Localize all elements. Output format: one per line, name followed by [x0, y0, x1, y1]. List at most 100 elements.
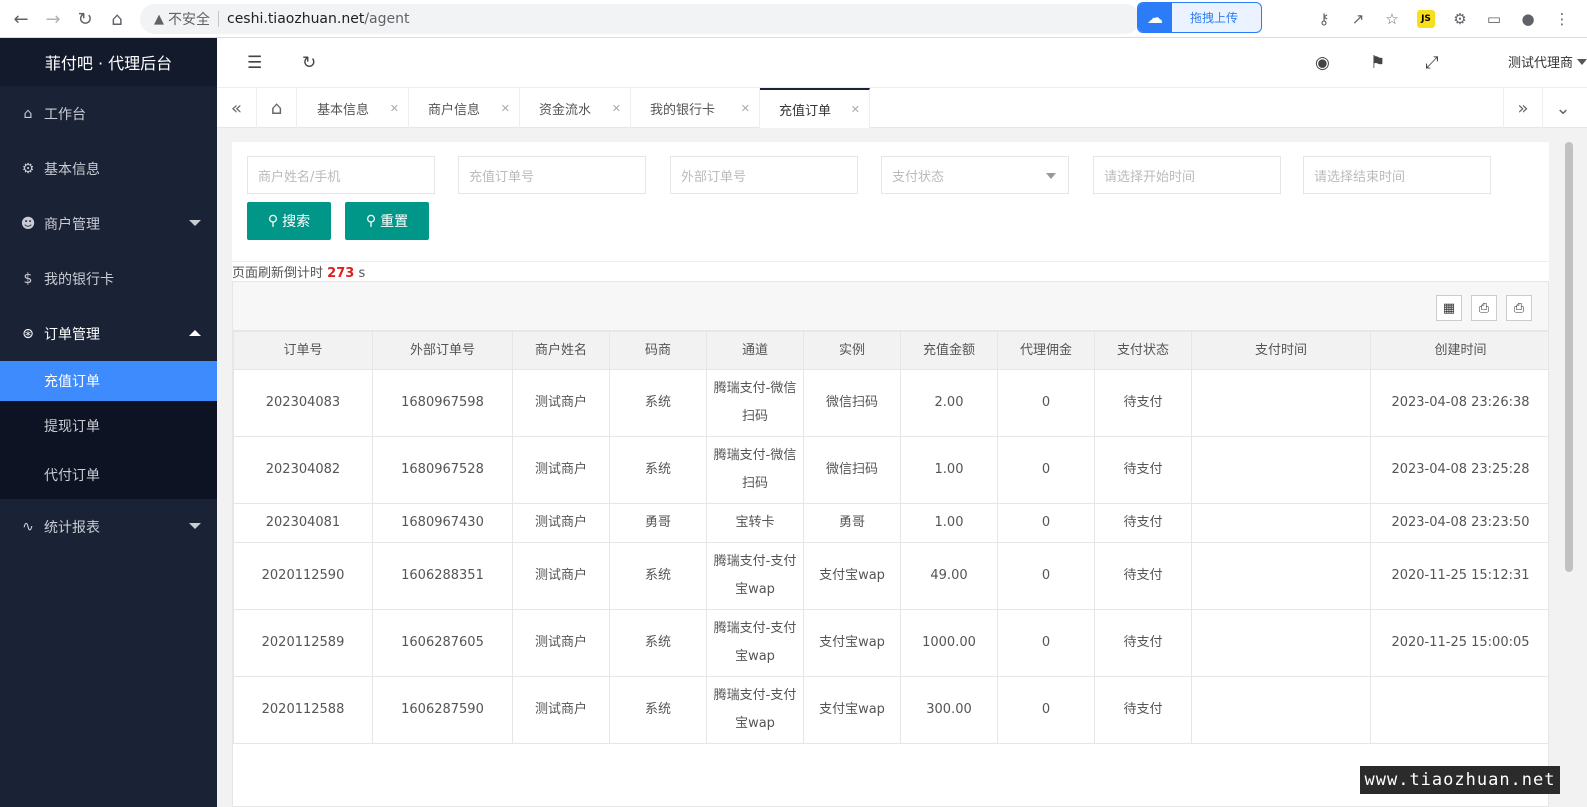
search-button[interactable]: ⚲ 搜索 [247, 202, 331, 240]
refresh-countdown: 页面刷新倒计时 273 s [232, 266, 366, 281]
sidebar-item-basic-info[interactable]: ⚙ 基本信息 [0, 141, 217, 196]
column-header[interactable]: 代理佣金 [997, 331, 1095, 370]
sidebar-item-dashboard[interactable]: ⌂ 工作台 [0, 86, 217, 141]
home-icon[interactable]: ⌂ [102, 4, 132, 34]
table-row[interactable]: 2020112589 1606287605 测试商户 系统 腾瑞支付-支付宝wap 支付宝… [233, 609, 1548, 677]
sidebar-item-order-management[interactable]: ⊛ 订单管理 [0, 306, 217, 361]
table-cell: 1680967528 [372, 436, 513, 504]
star-icon[interactable]: ☆ [1381, 8, 1403, 30]
user-menu[interactable]: 测试代理商 [1508, 52, 1587, 71]
tab-fund-flow[interactable]: 资金流水 ✕ [520, 88, 631, 128]
orders-table: 订单号 外部订单号 商户姓名 码商 通道 实例 充值金额 代理佣金 支付状态 支付时间 创建时间 2… [233, 331, 1548, 744]
merchant-search-input[interactable]: 商户姓名/手机 [247, 156, 435, 194]
palette-icon[interactable]: ◉ [1315, 53, 1330, 73]
print-icon[interactable]: ⎙ [1506, 295, 1532, 321]
tab-merchant-info[interactable]: 商户信息 ✕ [409, 88, 520, 128]
sidebar-item-merchant-management[interactable]: ☻ 商户管理 [0, 196, 217, 251]
start-time-input[interactable]: 请选择开始时间 [1093, 156, 1281, 194]
gear-icon: ⚙ [21, 160, 35, 177]
end-time-input[interactable]: 请选择结束时间 [1303, 156, 1491, 194]
puzzle-icon[interactable]: ⚙ [1449, 8, 1471, 30]
table-cell: 1680967598 [372, 369, 513, 437]
refresh-icon[interactable]: ↻ [302, 53, 316, 73]
table-cell [1370, 676, 1548, 744]
payment-status-select[interactable]: 支付状态 [881, 156, 1069, 194]
table-cell: 1.00 [900, 503, 998, 543]
sidepanel-icon[interactable]: ▭ [1483, 8, 1505, 30]
close-icon[interactable]: ✕ [612, 102, 621, 115]
column-header[interactable]: 支付状态 [1094, 331, 1192, 370]
column-header[interactable]: 订单号 [233, 331, 373, 370]
url-text: ceshi.tiaozhuan.net/agent [227, 11, 410, 27]
external-order-input[interactable]: 外部订单号 [670, 156, 858, 194]
tab-bar: « ⌂ 基本信息 ✕ 商户信息 ✕ 资金流水 ✕ 我的银行卡 ✕ 充值订单 ✕ » ⌄ [217, 88, 1587, 128]
js-extension-icon[interactable]: JS [1415, 8, 1437, 30]
table-cell: 202304081 [233, 503, 373, 543]
close-icon[interactable]: ✕ [501, 102, 510, 115]
fullscreen-icon[interactable]: ⤢ [1425, 53, 1439, 73]
reload-icon[interactable]: ↻ [70, 4, 100, 34]
table-row[interactable]: 2020112588 1606287590 测试商户 系统 腾瑞支付-支付宝wap 支付宝… [233, 676, 1548, 744]
tab-home-icon[interactable]: ⌂ [257, 88, 297, 128]
user-name: 测试代理商 [1507, 56, 1573, 71]
cloud-icon: ☁ [1138, 3, 1172, 32]
tab-recharge-orders[interactable]: 充值订单 ✕ [760, 88, 870, 128]
column-header[interactable]: 码商 [609, 331, 707, 370]
menu-toggle-icon[interactable]: ☰ [247, 53, 262, 73]
reset-button[interactable]: ⚲ 重置 [345, 202, 429, 240]
dollar-icon: $ [23, 270, 33, 287]
page-scrollbar[interactable] [1565, 142, 1573, 572]
address-bar[interactable]: ▲ 不安全 ceshi.tiaozhuan.net/agent [140, 4, 1140, 34]
close-icon[interactable]: ✕ [741, 102, 750, 115]
tag-icon[interactable]: ⚑ [1370, 53, 1385, 73]
tab-scroll-right-icon[interactable]: » [1503, 88, 1543, 128]
sidebar-subitem-recharge-orders[interactable]: 充值订单 [0, 361, 217, 401]
share-icon[interactable]: ↗ [1347, 8, 1369, 30]
table-cell: 300.00 [900, 676, 998, 744]
table-cell: 2020112590 [233, 542, 373, 610]
order-number-input[interactable]: 充值订单号 [458, 156, 646, 194]
upload-label: 拖拽上传 [1190, 11, 1239, 25]
key-icon[interactable]: ⚷ [1313, 8, 1335, 30]
table-cell [1191, 676, 1371, 744]
home-icon: ⌂ [23, 105, 33, 122]
columns-filter-icon[interactable]: ▦ [1436, 295, 1462, 321]
tab-dropdown-icon[interactable]: ⌄ [1543, 88, 1583, 128]
table-cell [1191, 609, 1371, 677]
export-icon[interactable]: ⎙ [1471, 295, 1497, 321]
sidebar-item-reports[interactable]: ∿ 统计报表 [0, 499, 217, 554]
column-header[interactable]: 通道 [706, 331, 804, 370]
chevron-down-icon [1577, 58, 1587, 65]
tab-bank-card[interactable]: 我的银行卡 ✕ [631, 88, 760, 128]
table-row[interactable]: 2020112590 1606288351 测试商户 系统 腾瑞支付-支付宝wap 支付宝… [233, 542, 1548, 610]
sidebar-item-bank-card[interactable]: $ 我的银行卡 [0, 251, 217, 306]
sidebar-item-label: 商户管理 [44, 216, 100, 233]
forward-icon[interactable]: → [38, 4, 68, 34]
table-row[interactable]: 202304082 1680967528 测试商户 系统 腾瑞支付-微信扫码 微信扫码 1.… [233, 436, 1548, 504]
column-header[interactable]: 外部订单号 [372, 331, 513, 370]
sidebar-logo: 菲付吧 · 代理后台 [0, 38, 217, 86]
insecure-label: 不安全 [168, 12, 210, 28]
profile-icon[interactable]: ● [1517, 8, 1539, 30]
close-icon[interactable]: ✕ [851, 103, 860, 116]
sidebar-subitem-withdraw-orders[interactable]: 提现订单 [0, 401, 217, 450]
table-cell: 支付宝wap [803, 542, 901, 610]
column-header[interactable]: 支付时间 [1191, 331, 1371, 370]
tab-scroll-left-icon[interactable]: « [217, 88, 257, 128]
upload-extension-button[interactable]: ☁ 拖拽上传 [1137, 2, 1262, 33]
sidebar: 菲付吧 · 代理后台 ⌂ 工作台 ⚙ 基本信息 ☻ 商户管理 $ 我的银行卡 ⊛… [0, 38, 217, 807]
table-cell: 系统 [609, 609, 707, 677]
column-header[interactable]: 实例 [803, 331, 901, 370]
more-icon[interactable]: ⋮ [1551, 8, 1573, 30]
tab-basic-info[interactable]: 基本信息 ✕ [298, 88, 409, 128]
table-cell: 微信扫码 [803, 369, 901, 437]
back-icon[interactable]: ← [6, 4, 36, 34]
table-cell: 系统 [609, 436, 707, 504]
table-row[interactable]: 202304083 1680967598 测试商户 系统 腾瑞支付-微信扫码 微信扫码 2.… [233, 369, 1548, 437]
column-header[interactable]: 充值金额 [900, 331, 998, 370]
column-header[interactable]: 商户姓名 [512, 331, 610, 370]
column-header[interactable]: 创建时间 [1370, 331, 1548, 370]
table-row[interactable]: 202304081 1680967430 测试商户 勇哥 宝转卡 勇哥 1.00 0 待支付 20… [233, 503, 1548, 543]
close-icon[interactable]: ✕ [390, 102, 399, 115]
sidebar-subitem-payout-orders[interactable]: 代付订单 [0, 450, 217, 499]
